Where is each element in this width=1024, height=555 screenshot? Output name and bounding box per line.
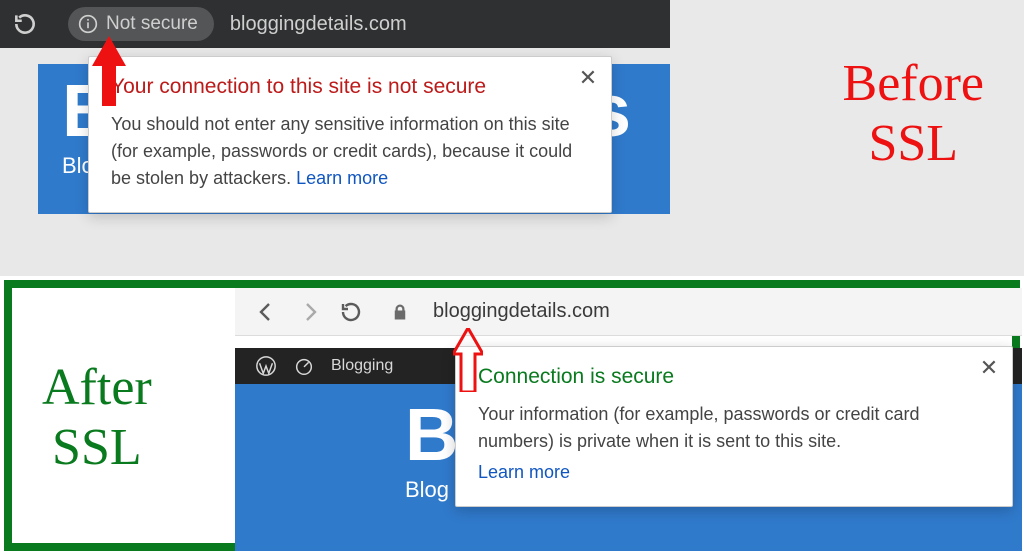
learn-more-link[interactable]: Learn more bbox=[296, 168, 388, 188]
url-text[interactable]: bloggingdetails.com bbox=[230, 13, 407, 36]
highlight-frame: AfterSSL bloggingdetails.com Blogging Bl… bbox=[4, 280, 1020, 551]
learn-more-link[interactable]: Learn more bbox=[478, 459, 990, 486]
wp-site-name: Blogging bbox=[331, 357, 393, 375]
before-panel: Not secure bloggingdetails.com Bloggingd… bbox=[0, 0, 1024, 276]
pointer-arrow-icon bbox=[92, 36, 126, 106]
not-secure-label: Not secure bbox=[106, 13, 198, 35]
reload-icon[interactable] bbox=[12, 11, 38, 37]
address-bar-light: bloggingdetails.com bbox=[235, 288, 1022, 336]
lock-icon[interactable] bbox=[391, 303, 409, 321]
close-icon[interactable]: ✕ bbox=[575, 65, 601, 91]
close-icon[interactable]: ✕ bbox=[976, 355, 1002, 381]
popup-body: You should not enter any sensitive infor… bbox=[111, 111, 589, 192]
dashboard-icon bbox=[293, 355, 315, 377]
forward-icon[interactable] bbox=[297, 300, 321, 324]
popup-body: Your information (for example, passwords… bbox=[478, 401, 990, 486]
popup-title: Connection is secure bbox=[478, 365, 990, 389]
security-popup-insecure: ✕ Your connection to this site is not se… bbox=[88, 56, 612, 213]
before-ssl-label: BeforeSSL bbox=[843, 54, 984, 174]
pointer-arrow-icon bbox=[453, 328, 483, 392]
popup-title: Your connection to this site is not secu… bbox=[111, 75, 589, 99]
url-text[interactable]: bloggingdetails.com bbox=[433, 300, 610, 323]
after-panel: AfterSSL bloggingdetails.com Blogging Bl… bbox=[0, 276, 1024, 555]
info-icon bbox=[78, 14, 98, 34]
security-popup-secure: ✕ Connection is secure Your information … bbox=[455, 346, 1013, 507]
reload-icon[interactable] bbox=[339, 300, 363, 324]
wordpress-icon bbox=[255, 355, 277, 377]
back-icon[interactable] bbox=[255, 300, 279, 324]
after-ssl-label: AfterSSL bbox=[42, 358, 152, 478]
not-secure-badge[interactable]: Not secure bbox=[68, 7, 214, 41]
